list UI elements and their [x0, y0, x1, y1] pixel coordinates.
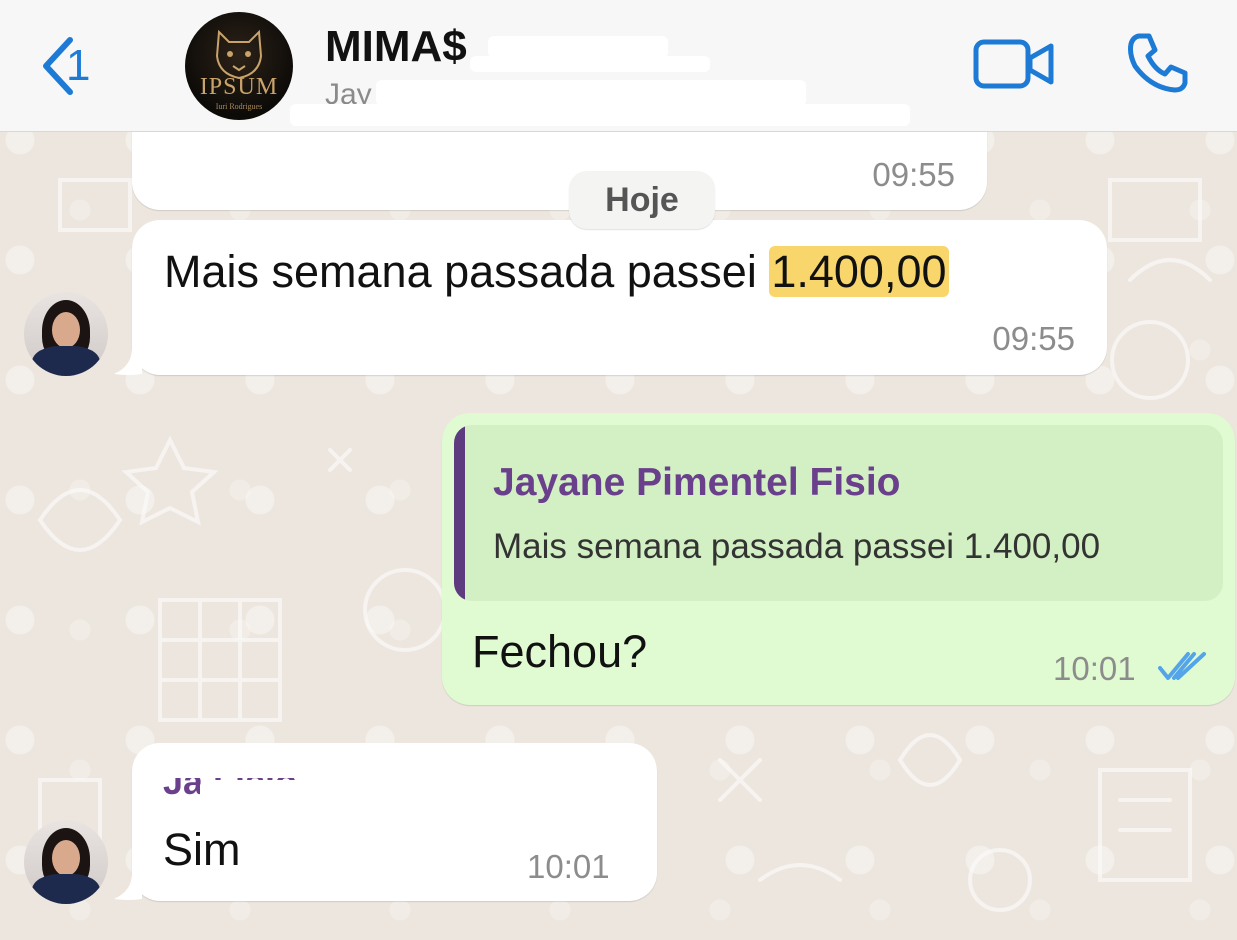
quote-text: Mais semana passada passei 1.400,00 — [493, 527, 1101, 566]
quote-bar — [454, 425, 465, 601]
avatar-face — [52, 840, 80, 876]
message-time: 09:55 — [992, 320, 1075, 357]
message-time: 09:55 — [872, 156, 955, 193]
double-check-icon — [1158, 652, 1206, 680]
video-call-button[interactable] — [973, 36, 1055, 92]
message-text: Mais semana passada passei 1.400,00 — [164, 246, 949, 298]
bubble-tail — [114, 873, 142, 900]
chat-title[interactable]: MIMA$ — [325, 22, 467, 72]
avatar-face — [52, 312, 80, 348]
video-camera-icon — [973, 39, 1054, 89]
quoted-message[interactable]: Jayane Pimentel Fisio Mais semana passad… — [454, 425, 1223, 601]
group-avatar-logo-text: IPSUM — [199, 74, 279, 100]
voice-call-button[interactable] — [1125, 30, 1191, 96]
redaction-mark — [290, 104, 910, 126]
group-avatar[interactable]: IPSUM Iuri Rodrigues — [185, 12, 293, 120]
message-time: 10:01 — [1053, 650, 1136, 687]
redaction-mark — [376, 80, 806, 106]
message-text: Fechou? — [472, 626, 648, 677]
quote-author: Jayane Pimentel Fisio — [493, 461, 901, 504]
incoming-message[interactable]: Mais semana passada passei 1.400,00 09:5… — [132, 220, 1107, 375]
back-button[interactable]: 1 — [36, 34, 136, 98]
chat-header: 1 IPSUM Iuri Rodrigues MIMA$ Jay — [0, 0, 1237, 132]
date-divider: Hoje — [569, 171, 715, 229]
redaction-mark — [470, 56, 710, 72]
message-text: Sim — [163, 824, 241, 875]
bubble-tail — [114, 348, 142, 375]
avatar-body — [32, 874, 100, 904]
redaction-mark — [488, 36, 668, 58]
sender-avatar[interactable] — [24, 292, 108, 376]
group-avatar-logo-subtext: Iuri Rodrigues — [215, 102, 263, 111]
sender-avatar[interactable] — [24, 820, 108, 904]
phone-icon — [1128, 33, 1188, 93]
message-text-part: Mais semana passada passei — [164, 246, 770, 297]
highlighted-amount: 1.400,00 — [769, 246, 949, 297]
chevron-left-icon — [43, 37, 73, 95]
message-time: 10:01 — [527, 848, 610, 885]
avatar-body — [32, 346, 100, 376]
redaction-mark — [200, 780, 520, 802]
